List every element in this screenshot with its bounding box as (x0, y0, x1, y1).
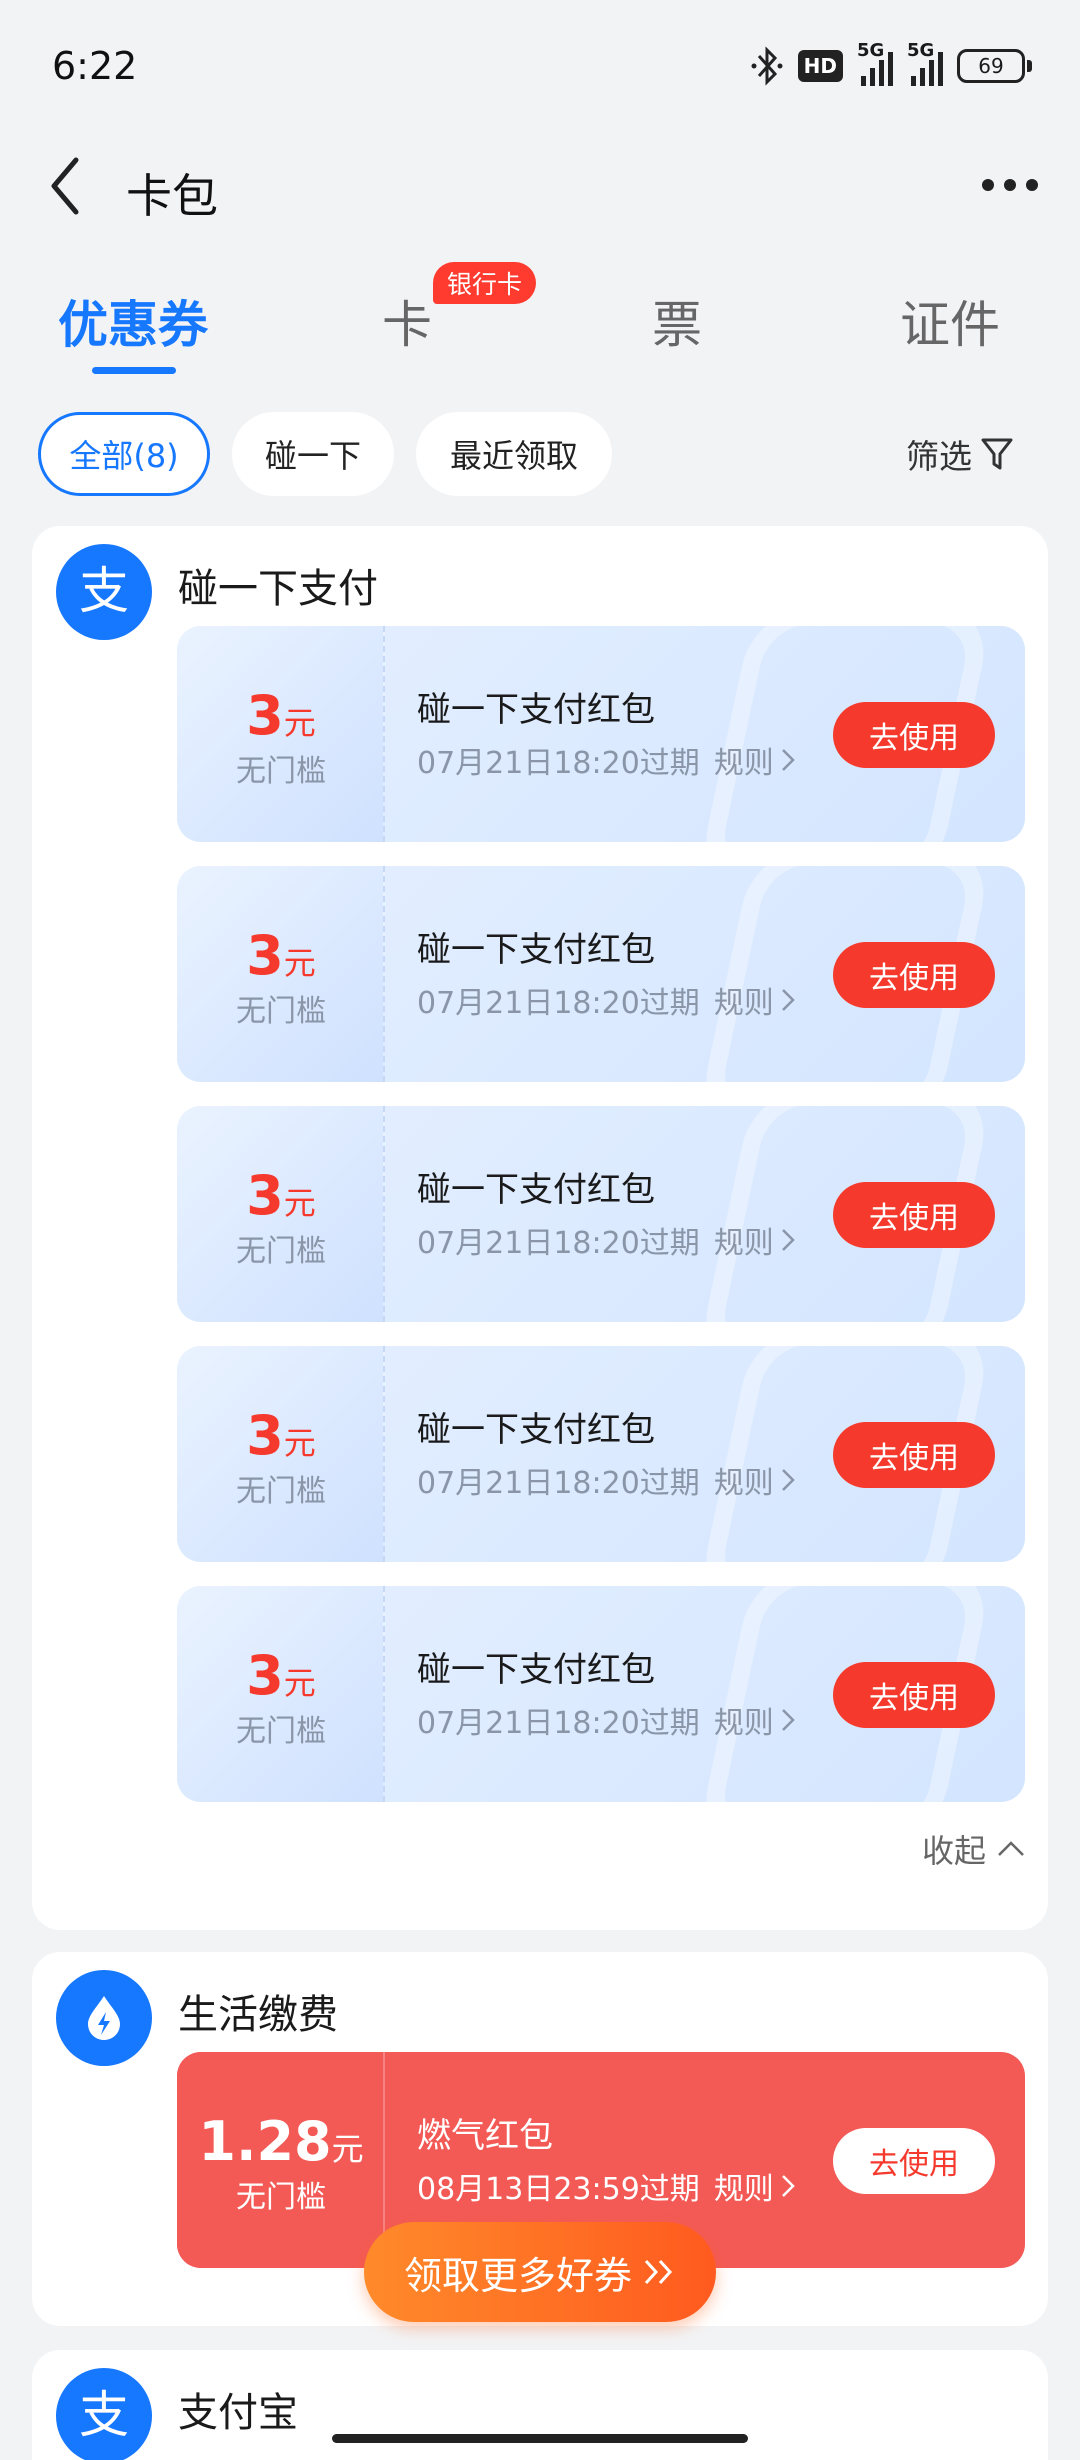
rule-link[interactable]: 规则 (714, 978, 796, 1022)
utilities-logo-icon (56, 1970, 152, 2066)
coupon-amount: 1.28元 (198, 2110, 364, 2173)
coupon-name: 燃气红包 (417, 2116, 553, 2156)
chevron-right-icon (781, 1469, 795, 1491)
hd-badge: HD (797, 50, 843, 82)
coupon-amount: 3元 (246, 1404, 316, 1467)
signal-icon: 5G (857, 40, 893, 86)
coupon-card[interactable]: 3元 无门槛 碰一下支付红包 07月21日18:20过期 规则 去使用 (177, 1586, 1025, 1802)
filter-label: 筛选 (906, 437, 972, 476)
more-options-icon[interactable] (982, 160, 1038, 210)
group-title: 碰一下支付 (178, 566, 378, 612)
tab-bar: 优惠券 卡 票 证件 (0, 255, 1080, 385)
rule-link[interactable]: 规则 (714, 2164, 796, 2208)
collapse-label: 收起 (921, 1832, 986, 1870)
chevron-right-icon (781, 1709, 795, 1731)
status-bar: 6:22 HD 5G 5G 69 (0, 0, 1080, 130)
water-lightning-icon (88, 1996, 120, 2040)
double-chevron-right-icon (644, 2259, 673, 2285)
filter-row: 全部(8) 碰一下 最近领取 筛选 (0, 412, 1080, 496)
alipay-glyph-icon: 支 (79, 2386, 129, 2444)
coupon-condition: 无门槛 (236, 754, 326, 789)
coupon-name: 碰一下支付红包 (417, 930, 655, 970)
coupon-name: 碰一下支付红包 (417, 1650, 655, 1690)
chevron-right-icon (781, 989, 795, 1011)
coupon-amount: 3元 (246, 684, 316, 747)
status-icons: HD 5G 5G 69 (750, 40, 1032, 88)
rule-link[interactable]: 规则 (714, 1698, 796, 1742)
chevron-right-icon (781, 2175, 795, 2197)
cta-label: 领取更多好券 (403, 2253, 632, 2298)
use-coupon-button[interactable]: 去使用 (833, 1182, 995, 1248)
alipay-logo-char: 支 (79, 2386, 129, 2444)
coupon-card[interactable]: 3元 无门槛 碰一下支付红包 07月21日18:20过期 规则 去使用 (177, 866, 1025, 1082)
use-coupon-button[interactable]: 去使用 (833, 2128, 995, 2194)
coupon-expiry: 07月21日18:20过期 规则 (417, 1698, 796, 1742)
use-coupon-button[interactable]: 去使用 (833, 1422, 995, 1488)
chevron-up-icon (998, 1841, 1024, 1856)
coupon-name: 碰一下支付红包 (417, 690, 655, 730)
coupon-card[interactable]: 3元 无门槛 碰一下支付红包 07月21日18:20过期 规则 去使用 (177, 626, 1025, 842)
coupon-expiry: 07月21日18:20过期 规则 (417, 1458, 796, 1502)
rule-link[interactable]: 规则 (714, 1458, 796, 1502)
coupon-name: 碰一下支付红包 (417, 1170, 655, 1210)
signal-label: 5G (857, 40, 885, 61)
use-coupon-button[interactable]: 去使用 (833, 702, 995, 768)
coupon-condition: 无门槛 (236, 2180, 326, 2215)
use-coupon-button[interactable]: 去使用 (833, 942, 995, 1008)
signal-label: 5G (907, 40, 935, 61)
home-indicator (332, 2434, 748, 2443)
get-more-coupons-button[interactable]: 领取更多好券 (364, 2222, 716, 2322)
tab-coupons[interactable]: 优惠券 (58, 285, 208, 357)
battery-icon: 69 (957, 49, 1032, 83)
coupon-amount: 3元 (246, 924, 316, 987)
bluetooth-icon (751, 46, 783, 86)
coupon-group-tap-pay: 支 碰一下支付 3元 无门槛 碰一下支付红包 07月21日18:20过期 规则 … (32, 526, 1048, 1930)
coupon-group-alipay: 支 支付宝 (32, 2350, 1048, 2460)
coupon-card[interactable]: 3元 无门槛 碰一下支付红包 07月21日18:20过期 规则 去使用 (177, 1346, 1025, 1562)
coupon-card[interactable]: 3元 无门槛 碰一下支付红包 07月21日18:20过期 规则 去使用 (177, 1106, 1025, 1322)
tab-cards[interactable]: 卡 (382, 285, 432, 357)
coupon-expiry: 07月21日18:20过期 规则 (417, 978, 796, 1022)
filter-button[interactable]: 筛选 (906, 412, 1014, 496)
alipay-logo-char: 支 (79, 562, 129, 620)
rule-link[interactable]: 规则 (714, 1218, 796, 1262)
page-title: 卡包 (126, 169, 218, 223)
coupon-expiry: 07月21日18:20过期 规则 (417, 1218, 796, 1262)
filter-chip-tap[interactable]: 碰一下 (232, 412, 394, 496)
filter-chip-all[interactable]: 全部(8) (38, 412, 210, 496)
coupon-expiry: 07月21日18:20过期 规则 (417, 738, 796, 782)
coupon-amount: 3元 (246, 1644, 316, 1707)
coupon-condition: 无门槛 (236, 1714, 326, 1749)
battery-level: 69 (957, 49, 1025, 83)
coupon-amount: 3元 (246, 1164, 316, 1227)
chevron-right-icon (781, 749, 795, 771)
alipay-logo-icon: 支 (56, 2368, 152, 2460)
group-title: 生活缴费 (178, 1992, 338, 2038)
bank-card-badge: 银行卡 (433, 262, 537, 304)
collapse-button[interactable]: 收起 (922, 1826, 1026, 1872)
group-title: 支付宝 (178, 2390, 298, 2436)
coupon-condition: 无门槛 (236, 994, 326, 1029)
coupon-expiry: 08月13日23:59过期 规则 (417, 2164, 796, 2208)
back-arrow-icon[interactable] (42, 150, 90, 222)
alipay-glyph-icon: 支 (79, 562, 129, 620)
use-coupon-button[interactable]: 去使用 (833, 1662, 995, 1728)
coupon-condition: 无门槛 (236, 1474, 326, 1509)
coupon-name: 碰一下支付红包 (417, 1410, 655, 1450)
coupon-condition: 无门槛 (236, 1234, 326, 1269)
alipay-logo-icon: 支 (56, 544, 152, 640)
filter-chip-recent[interactable]: 最近领取 (416, 412, 612, 496)
status-time: 6:22 (52, 44, 138, 88)
tab-active-indicator (92, 367, 176, 374)
tab-documents[interactable]: 证件 (900, 285, 1000, 357)
funnel-icon (981, 438, 1013, 470)
chevron-right-icon (781, 1229, 795, 1251)
header: 卡包 (0, 130, 1080, 240)
rule-link[interactable]: 规则 (714, 738, 796, 782)
tab-tickets[interactable]: 票 (652, 285, 702, 357)
signal-icon: 5G (907, 40, 943, 86)
